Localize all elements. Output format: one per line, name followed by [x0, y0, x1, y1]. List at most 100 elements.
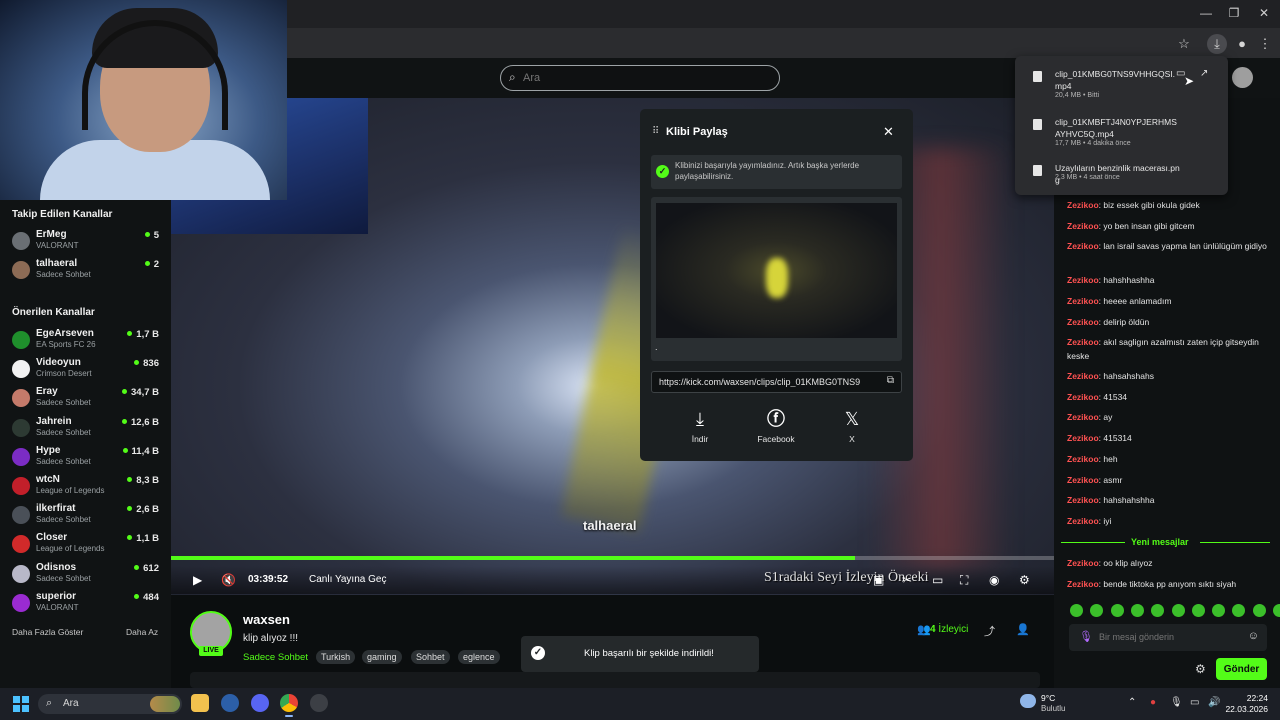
channel-row[interactable]: Jahrein Sadece Sohbet 12,6 B: [0, 416, 171, 444]
close-window-button[interactable]: ✕: [1254, 6, 1274, 20]
chat-username[interactable]: Zezikoo: [1067, 433, 1099, 443]
star-icon[interactable]: ☆: [1174, 34, 1194, 54]
clip-preview-thumbnail[interactable]: [656, 203, 897, 338]
channel-row[interactable]: EgeArseven EA Sports FC 26 1,7 B: [0, 328, 171, 356]
chat-username[interactable]: Zezikoo: [1067, 516, 1099, 526]
mic-icon[interactable]: 🎙: [1079, 630, 1093, 643]
tray-app-icon[interactable]: ●: [1150, 697, 1156, 708]
maximize-button[interactable]: ❐: [1224, 6, 1244, 20]
channel-row[interactable]: Closer League of Legends 1,1 B: [0, 532, 171, 560]
follow-icon[interactable]: 👤: [1016, 623, 1030, 636]
search-input[interactable]: [523, 69, 763, 87]
download-item[interactable]: clip_01KMBFTJ4N0YPJERHMSAYHVC5Q.mp4 17,7 …: [1015, 108, 1228, 150]
emote-icon[interactable]: [1110, 604, 1124, 617]
file-explorer-icon[interactable]: [191, 694, 209, 712]
drag-handle-icon[interactable]: ⠿: [652, 126, 659, 137]
chat-settings-icon[interactable]: ⚙: [1195, 662, 1206, 676]
emote-icon[interactable]: [1130, 604, 1144, 617]
facebook-option[interactable]: ⓕ Facebook: [746, 408, 806, 444]
go-live-button[interactable]: Canlı Yayına Geç: [309, 574, 386, 585]
close-icon[interactable]: ✕: [883, 124, 894, 140]
channel-row[interactable]: ilkerfirat Sadece Sohbet 2,6 B: [0, 503, 171, 531]
channel-row[interactable]: Videoyun Crimson Desert 836: [0, 357, 171, 385]
fullscreen-icon[interactable]: ⛶: [960, 573, 968, 588]
chat-username[interactable]: Zezikoo: [1067, 200, 1099, 210]
x-option[interactable]: 𝕏 X: [822, 408, 882, 444]
stream-category[interactable]: Sadece Sohbet: [243, 652, 308, 663]
mic-icon[interactable]: 🎙: [1170, 697, 1183, 708]
tag[interactable]: gaming: [362, 650, 402, 664]
chat-username[interactable]: Zezikoo: [1067, 296, 1099, 306]
emote-icon[interactable]: [1212, 604, 1226, 617]
app-icon[interactable]: [310, 694, 328, 712]
settings-icon[interactable]: ⚙: [1019, 573, 1030, 587]
channel-row[interactable]: Odisnos Sadece Sohbet 612: [0, 562, 171, 590]
chat-input[interactable]: [1099, 629, 1239, 645]
user-avatar[interactable]: [1232, 67, 1253, 88]
taskbar-search[interactable]: ⌕ Ara: [38, 694, 182, 714]
show-less-link[interactable]: Daha Az: [126, 627, 158, 637]
mute-icon[interactable]: 🔇: [221, 573, 236, 587]
quality-icon[interactable]: ◉: [989, 573, 999, 587]
chat-username[interactable]: Zezikoo: [1067, 454, 1099, 464]
video-progress-bar[interactable]: [171, 556, 1054, 560]
download-item[interactable]: clip_01KMBG0TNS9VHHGQSI.mp4 20,4 MB • Bit…: [1015, 60, 1228, 102]
chat-username[interactable]: Zezikoo: [1067, 412, 1099, 422]
channel-row[interactable]: wtcN League of Legends 8,3 B: [0, 474, 171, 502]
chat-username[interactable]: Zezikoo: [1067, 241, 1099, 251]
tag[interactable]: Turkish: [316, 650, 356, 664]
more-icon[interactable]: ⋮: [1255, 34, 1275, 54]
tag[interactable]: eglence: [458, 650, 500, 664]
chat-username[interactable]: Zezikoo: [1067, 558, 1099, 568]
emoji-icon[interactable]: ☺: [1248, 630, 1259, 642]
profile-icon[interactable]: ●: [1232, 34, 1252, 54]
chat-username[interactable]: Zezikoo: [1067, 221, 1099, 231]
discord-icon[interactable]: [251, 694, 269, 712]
volume-icon[interactable]: 🔊: [1208, 697, 1220, 708]
chrome-icon[interactable]: [280, 694, 298, 712]
chat-input-box[interactable]: 🎙 ☺: [1069, 624, 1267, 651]
chat-username[interactable]: Zezikoo: [1067, 392, 1099, 402]
chat-username[interactable]: Zezikoo: [1067, 475, 1099, 485]
pip-icon[interactable]: ▣: [873, 573, 884, 587]
chat-username[interactable]: Zezikoo: [1067, 371, 1099, 381]
copy-icon[interactable]: ⧉: [887, 375, 894, 386]
minimize-button[interactable]: —: [1196, 6, 1216, 20]
app-icon[interactable]: [221, 694, 239, 712]
send-button[interactable]: Gönder: [1216, 658, 1267, 680]
share-icon[interactable]: ⤴: [984, 623, 995, 639]
channel-row[interactable]: Hype Sadece Sohbet 11,4 B: [0, 445, 171, 473]
clip-icon[interactable]: ✂: [902, 573, 912, 587]
emote-icon[interactable]: [1171, 604, 1185, 617]
chevron-up-icon[interactable]: ⌃: [1128, 697, 1136, 708]
weather-icon[interactable]: [1020, 694, 1036, 708]
emote-icon[interactable]: [1191, 604, 1205, 617]
search-bar[interactable]: ⌕: [500, 65, 780, 91]
clip-url-field[interactable]: ⧉: [651, 371, 902, 393]
clip-url-input[interactable]: [659, 375, 879, 389]
open-external-icon[interactable]: ↗: [1200, 68, 1208, 79]
play-icon[interactable]: ▶: [193, 573, 202, 587]
channel-row[interactable]: Eray Sadece Sohbet 34,7 B: [0, 386, 171, 414]
chat-username[interactable]: Zezikoo: [1067, 495, 1099, 505]
show-more-link[interactable]: Daha Fazla Göster: [12, 627, 83, 637]
channel-row[interactable]: superior VALORANT 484: [0, 591, 171, 619]
channel-row[interactable]: ErMeg VALORANT 5: [0, 229, 171, 257]
chat-username[interactable]: Zezikoo: [1067, 317, 1099, 327]
emote-icon[interactable]: [1252, 604, 1266, 617]
streamer-name[interactable]: waxsen: [243, 612, 290, 627]
download-option[interactable]: ⤓ İndir: [670, 408, 730, 444]
start-button[interactable]: [13, 696, 29, 712]
emote-icon[interactable]: [1273, 604, 1280, 617]
chat-username[interactable]: Zezikoo: [1067, 275, 1099, 285]
chat-username[interactable]: Zezikoo: [1067, 337, 1099, 347]
network-icon[interactable]: ▭: [1190, 697, 1199, 708]
download-item[interactable]: Uzaylıların benzinlik macerası.png 2,3 MB…: [1015, 154, 1228, 196]
chat-username[interactable]: Zezikoo: [1067, 579, 1099, 589]
tag[interactable]: Sohbet: [411, 650, 450, 664]
emote-icon[interactable]: [1070, 604, 1083, 617]
channel-row[interactable]: talhaeral Sadece Sohbet 2: [0, 258, 171, 286]
download-icon[interactable]: ⤓: [1207, 34, 1227, 54]
theatre-icon[interactable]: ▭: [932, 573, 943, 587]
clock[interactable]: 22:24 22.03.2026: [1225, 693, 1268, 715]
